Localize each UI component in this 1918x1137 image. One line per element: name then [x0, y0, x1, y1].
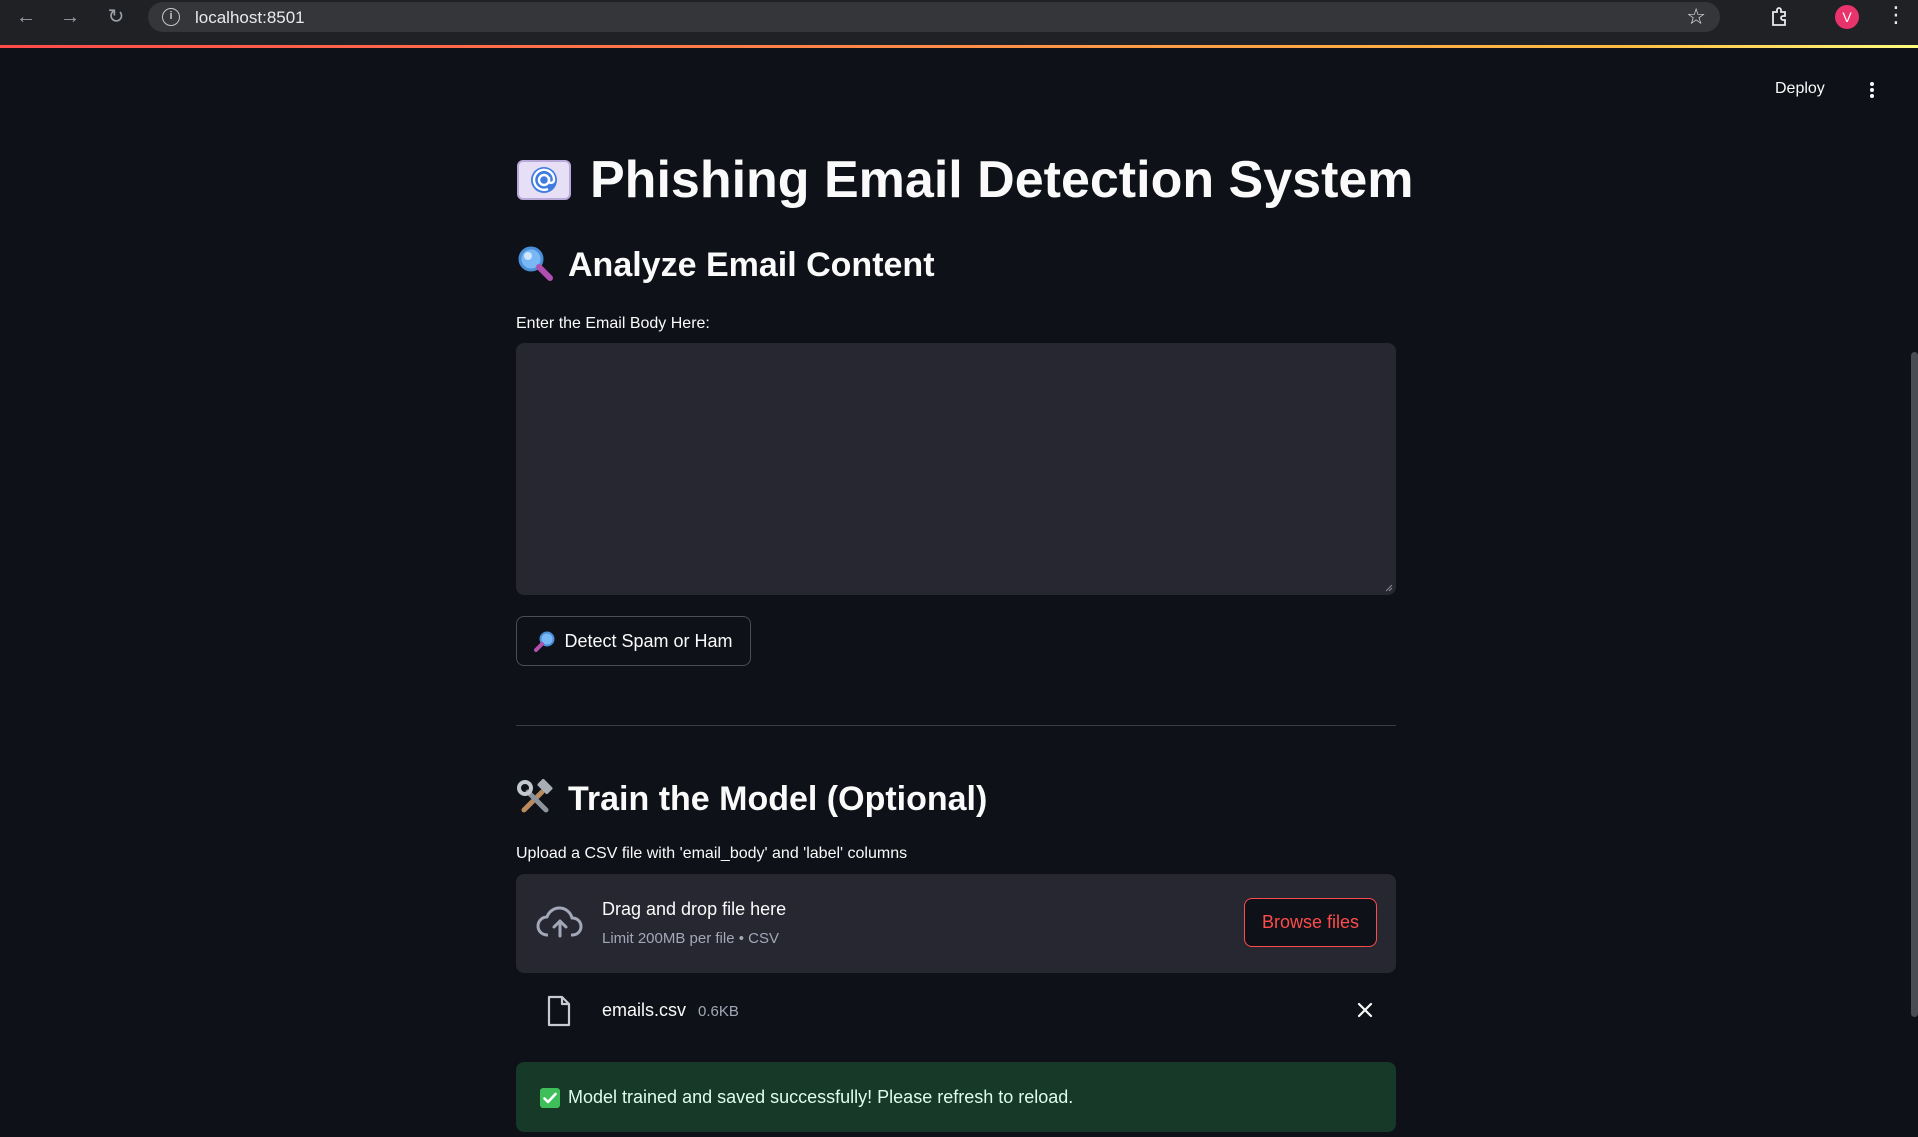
forward-arrow-icon[interactable]: →: [59, 6, 81, 28]
email-body-label: Enter the Email Body Here:: [516, 315, 710, 332]
site-info-icon[interactable]: i: [162, 8, 180, 26]
dropzone-instructions: Drag and drop file here: [602, 899, 787, 919]
header-decoration-bar: [0, 45, 1918, 48]
browser-toolbar: ← → ↻ i localhost:8501 ☆ V ⋮: [0, 0, 1918, 47]
detect-button[interactable]: Detect Spam or Ham: [516, 616, 751, 666]
file-dropzone[interactable]: Drag and drop file here Limit 200MB per …: [516, 874, 1396, 973]
success-message: Model trained and saved successfully! Pl…: [568, 1087, 1074, 1107]
profile-avatar[interactable]: V: [1835, 5, 1859, 29]
extensions-puzzle-icon[interactable]: [1768, 5, 1792, 29]
success-alert: Model trained and saved successfully! Pl…: [516, 1062, 1396, 1132]
upload-label: Upload a CSV file with 'email_body' and …: [516, 845, 908, 862]
section-divider: [516, 725, 1396, 726]
train-heading: Train the Model (Optional): [516, 778, 987, 820]
browser-menu-icon[interactable]: ⋮: [1885, 4, 1907, 26]
dropzone-limit: Limit 200MB per file • CSV: [602, 930, 779, 947]
close-icon[interactable]: [1353, 998, 1377, 1022]
page-title-text: Phishing Email Detection System: [590, 151, 1414, 209]
uploaded-file-row: emails.csv 0.6KB: [516, 986, 1396, 1036]
reload-icon[interactable]: ↻: [105, 6, 127, 28]
train-heading-text: Train the Model (Optional): [568, 780, 988, 818]
main-menu-icon[interactable]: [1864, 80, 1880, 100]
detect-button-label: Detect Spam or Ham: [564, 630, 733, 651]
uploaded-file-size: 0.6KB: [698, 1003, 739, 1020]
analyze-heading-text: Analyze Email Content: [568, 246, 935, 284]
magnifier-icon: [518, 246, 553, 281]
check-mark-icon: [540, 1088, 560, 1108]
back-arrow-icon[interactable]: ←: [15, 6, 37, 28]
page-title: Phishing Email Detection System: [516, 150, 1416, 210]
email-at-icon: [517, 160, 571, 200]
address-url[interactable]: localhost:8501: [195, 8, 305, 28]
email-body-textarea[interactable]: [516, 343, 1396, 595]
file-icon: [547, 995, 571, 1027]
cloud-upload-icon: [536, 906, 583, 938]
resize-handle-icon[interactable]: [1385, 584, 1393, 592]
browse-files-button[interactable]: Browse files: [1244, 898, 1377, 947]
uploaded-file-name: emails.csv: [602, 1000, 687, 1020]
bookmark-star-icon[interactable]: ☆: [1686, 4, 1706, 30]
hammer-wrench-icon: [517, 778, 553, 813]
magnifier-icon: [534, 631, 555, 652]
analyze-heading: Analyze Email Content: [516, 244, 935, 286]
deploy-button[interactable]: Deploy: [1775, 80, 1825, 98]
address-bar[interactable]: i localhost:8501 ☆: [148, 2, 1720, 32]
page-scrollbar[interactable]: [1911, 352, 1918, 1017]
